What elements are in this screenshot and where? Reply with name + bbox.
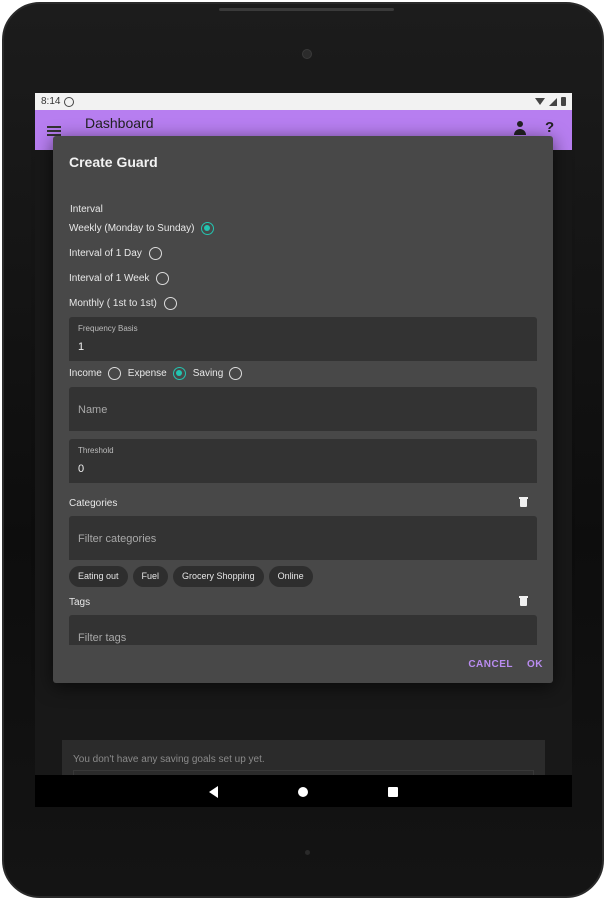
interval-option-monthly[interactable]: Monthly ( 1st to 1st): [69, 297, 177, 310]
type-option-expense[interactable]: Expense: [128, 367, 186, 380]
frequency-basis-value: 1: [78, 341, 85, 353]
status-bar: 8:14: [35, 93, 572, 110]
type-option-label: Saving: [192, 368, 224, 379]
filter-categories-input[interactable]: Filter categories: [69, 516, 537, 560]
create-guard-dialog: Create Guard Interval Weekly (Monday to …: [53, 136, 553, 683]
interval-label: Interval: [70, 204, 103, 215]
frequency-basis-label: Frequency Basis: [78, 324, 138, 333]
radio-checked-icon[interactable]: [172, 367, 186, 380]
recents-icon[interactable]: [388, 787, 398, 797]
radio-unchecked-icon[interactable]: [163, 297, 177, 310]
delete-icon[interactable]: [519, 596, 528, 606]
filter-tags-input[interactable]: Filter tags: [69, 615, 537, 645]
guard-type-options: Income Expense Saving: [69, 367, 249, 380]
status-time: 8:14: [41, 96, 61, 107]
interval-option-label: Interval of 1 Week: [69, 273, 150, 284]
filter-tags-placeholder: Filter tags: [78, 632, 127, 644]
interval-option-weekly[interactable]: Weekly (Monday to Sunday): [69, 222, 215, 235]
interval-option-label: Interval of 1 Day: [69, 248, 142, 259]
home-icon[interactable]: [298, 787, 308, 797]
front-camera: [302, 49, 312, 59]
tags-label: Tags: [69, 597, 91, 608]
threshold-value: 0: [78, 463, 85, 475]
delete-icon[interactable]: [519, 497, 528, 507]
menu-icon[interactable]: [47, 126, 61, 136]
name-input[interactable]: Name: [69, 387, 537, 431]
category-chip[interactable]: Grocery Shopping: [173, 566, 264, 587]
status-indicators: [535, 97, 566, 106]
radio-unchecked-icon[interactable]: [107, 367, 121, 380]
type-option-label: Income: [69, 368, 102, 379]
radio-unchecked-icon[interactable]: [156, 272, 170, 285]
notification-icon: [64, 96, 75, 107]
interval-option-label: Weekly (Monday to Sunday): [69, 223, 195, 234]
saving-goals-empty-text: You don't have any saving goals set up y…: [73, 754, 265, 765]
interval-option-1-day[interactable]: Interval of 1 Day: [69, 247, 162, 260]
type-option-saving[interactable]: Saving: [193, 367, 243, 380]
tablet-top-edge: [219, 8, 394, 11]
tags-header: Tags: [69, 596, 537, 608]
radio-unchecked-icon[interactable]: [148, 247, 162, 260]
filter-categories-placeholder: Filter categories: [78, 533, 157, 545]
interval-option-1-week[interactable]: Interval of 1 Week: [69, 272, 170, 285]
category-chip[interactable]: Eating out: [69, 566, 128, 587]
ok-button[interactable]: OK: [527, 659, 543, 670]
page-title: Dashboard: [85, 115, 154, 131]
threshold-label: Threshold: [78, 446, 114, 455]
name-placeholder: Name: [78, 404, 108, 416]
system-nav-bar: [35, 775, 572, 807]
categories-label: Categories: [69, 498, 118, 509]
dialog-actions: CANCEL OK: [468, 659, 543, 670]
back-icon[interactable]: [209, 786, 218, 798]
categories-header: Categories: [69, 497, 537, 509]
category-chips: Eating out Fuel Grocery Shopping Online: [69, 566, 313, 587]
frequency-basis-field[interactable]: Frequency Basis 1: [69, 317, 537, 361]
interval-option-label: Monthly ( 1st to 1st): [69, 298, 157, 309]
battery-icon: [561, 97, 566, 106]
threshold-field[interactable]: Threshold 0: [69, 439, 537, 483]
help-icon[interactable]: ?: [545, 119, 554, 136]
type-option-label: Expense: [127, 368, 167, 379]
signal-icon: [549, 97, 557, 106]
type-option-income[interactable]: Income: [69, 367, 121, 380]
category-chip[interactable]: Online: [268, 566, 313, 587]
radio-unchecked-icon[interactable]: [229, 367, 243, 380]
radio-checked-icon[interactable]: [201, 222, 215, 235]
dialog-title: Create Guard: [69, 154, 158, 170]
tablet-sensor: [305, 850, 310, 855]
category-chip[interactable]: Fuel: [132, 566, 169, 587]
cancel-button[interactable]: CANCEL: [468, 659, 513, 670]
account-icon[interactable]: [513, 121, 527, 137]
wifi-icon: [535, 98, 545, 105]
